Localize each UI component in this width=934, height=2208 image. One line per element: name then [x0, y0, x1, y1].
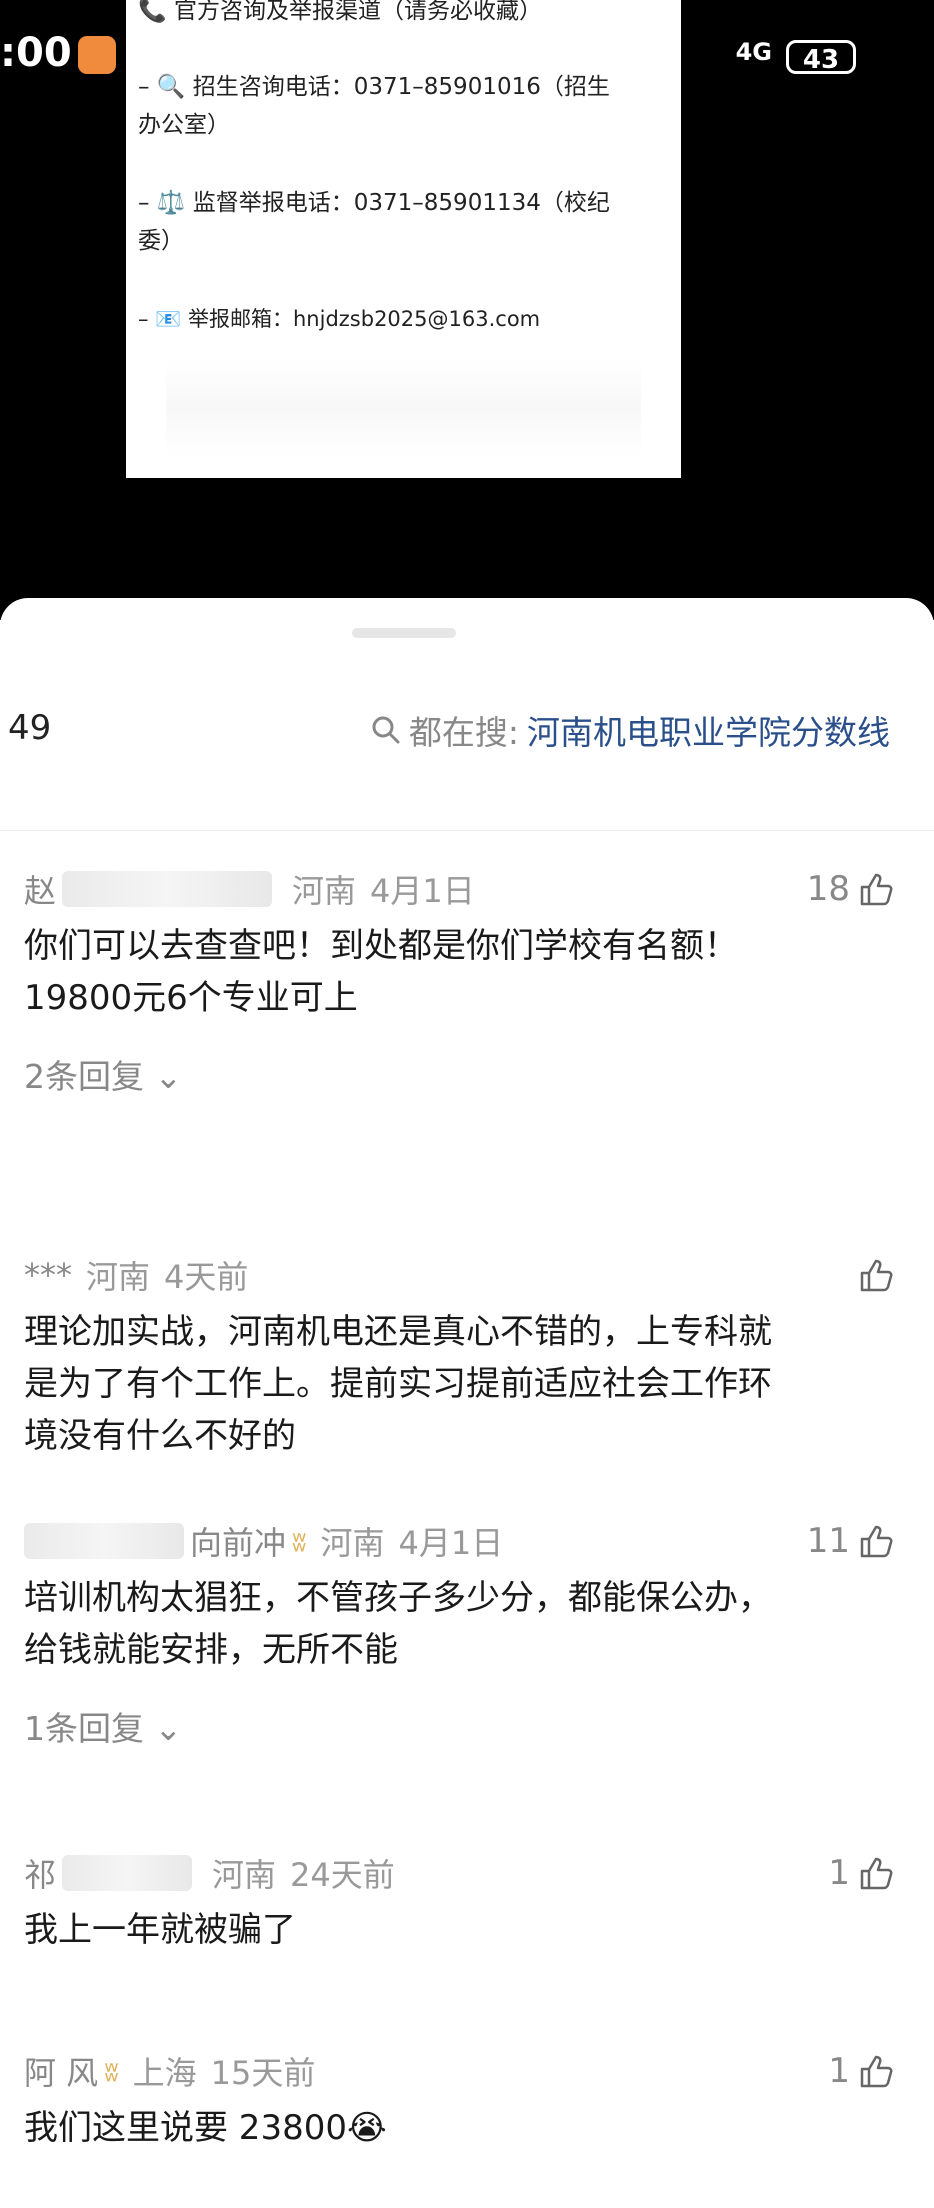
comment-time: 15天前	[210, 2054, 316, 2092]
notice-line: – 📧 举报邮箱：hnjdzsb2025@163.com	[138, 307, 541, 331]
blurred-username	[24, 1523, 184, 1559]
comment-time: 4月1日	[398, 1524, 504, 1562]
comment-item[interactable]: 赵 河南 4月1日 18 你们可以去查查吧！到处都是你们学校有名额！ 19800…	[24, 866, 896, 1098]
comment-line: 19800元6个专业可上	[24, 978, 358, 1018]
like-count: 11	[806, 1521, 850, 1561]
comment-meta: 向前冲 ʬ 河南 4月1日 11	[24, 1518, 896, 1564]
thumbs-up-icon	[860, 1857, 893, 1890]
status-time: :00	[0, 30, 72, 76]
comment-username[interactable]: 赵	[24, 866, 56, 912]
comment-line: 给钱就能安排，无所不能	[24, 1630, 398, 1670]
comment-meta: 阿 风 ʬ 上海 15天前 1	[24, 2048, 896, 2094]
comment-text: 我上一年就被骗了	[24, 1904, 896, 1956]
comments-sheet: 49 都在搜: 河南机电职业学院分数线 赵 河南 4月1日 18 你们可以去查查…	[0, 598, 934, 2208]
comment-username[interactable]: 向前冲	[190, 1518, 286, 1564]
comment-meta: 赵 河南 4月1日 18	[24, 866, 896, 912]
search-prefix: 都在搜:	[408, 713, 519, 752]
drag-handle[interactable]	[352, 628, 456, 638]
replies-label: 2条回复	[24, 1057, 144, 1096]
search-icon	[372, 716, 400, 744]
comment-username[interactable]: 祁	[24, 1850, 56, 1896]
notice-line: – ⚖️ 监督举报电话：0371–85901134（校纪	[138, 190, 610, 216]
health-app-icon	[78, 36, 116, 74]
comment-count: 49	[8, 708, 52, 748]
notice-heading: 📞 官方咨询及举报渠道（请务必收藏）	[138, 0, 542, 24]
like-count: 1	[828, 1853, 850, 1893]
media-preview[interactable]: :00 4G 43 📞 官方咨询及举报渠道（请务必收藏） – 🔍 招生咨询电话：…	[0, 0, 934, 620]
comment-line: 我上一年就被骗了	[24, 1910, 296, 1950]
comment-item[interactable]: 向前冲 ʬ 河南 4月1日 11 培训机构太猖狂，不管孩子多少分，都能保公办， …	[24, 1518, 896, 1750]
comment-region: 上海	[132, 2054, 197, 2092]
comment-meta: *** 河南 4天前	[24, 1252, 896, 1298]
comment-item[interactable]: *** 河南 4天前 理论加实战，河南机电还是真心不错的，上专科就 是为了有个工…	[24, 1252, 896, 1462]
thumbs-up-icon	[860, 1525, 893, 1558]
comment-text: 培训机构太猖狂，不管孩子多少分，都能保公办， 给钱就能安排，无所不能	[24, 1572, 896, 1676]
expand-replies-button[interactable]: 1条回复 ⌄	[24, 1702, 896, 1750]
like-button[interactable]: 1	[828, 1853, 896, 1893]
comment-time: 24天前	[290, 1856, 395, 1894]
comment-meta: 祁 河南 24天前 1	[24, 1850, 896, 1896]
comment-line: 你们可以去查查吧！到处都是你们学校有名额！	[24, 926, 738, 966]
like-button[interactable]: 11	[807, 1521, 896, 1561]
comment-line: 培训机构太猖狂，不管孩子多少分，都能保公办，	[24, 1578, 772, 1618]
thumbs-up-icon	[860, 873, 893, 906]
notice-line: 办公室）	[138, 112, 230, 138]
chevron-down-icon: ⌄	[154, 1709, 183, 1748]
thumbs-up-icon	[860, 2055, 893, 2088]
comment-username[interactable]: ***	[24, 1256, 72, 1294]
like-button[interactable]	[856, 1255, 896, 1295]
comment-time: 4月1日	[370, 872, 475, 910]
comment-region: 河南	[292, 872, 357, 910]
comment-region: 河南	[86, 1258, 151, 1296]
comment-line: 我们这里说要 23800😭	[24, 2108, 387, 2148]
comment-line: 境没有什么不好的	[24, 1416, 296, 1456]
like-button[interactable]: 18	[807, 869, 896, 909]
notice-card: 📞 官方咨询及举报渠道（请务必收藏） – 🔍 招生咨询电话：0371–85901…	[126, 0, 681, 478]
comment-username[interactable]: 阿 风	[24, 2048, 98, 2094]
expand-replies-button[interactable]: 2条回复 ⌄	[24, 1050, 896, 1098]
comment-region: 河南	[320, 1524, 385, 1562]
notice-line: – 🔍 招生咨询电话：0371–85901016（招生	[138, 74, 610, 100]
honor-badge-icon: ʬ	[104, 2054, 119, 2088]
blurred-area	[166, 358, 641, 458]
comment-time: 4天前	[164, 1258, 249, 1296]
like-count: 1	[828, 2051, 850, 2091]
replies-label: 1条回复	[24, 1709, 144, 1748]
like-button[interactable]: 1	[828, 2051, 896, 2091]
like-count: 18	[806, 869, 850, 909]
comment-line: 是为了有个工作上。提前实习提前适应社会工作环	[24, 1364, 772, 1404]
comment-item[interactable]: 阿 风 ʬ 上海 15天前 1 我们这里说要 23800😭	[24, 2048, 896, 2154]
chevron-down-icon: ⌄	[154, 1057, 183, 1096]
comment-text: 你们可以去查查吧！到处都是你们学校有名额！ 19800元6个专业可上	[24, 920, 896, 1024]
honor-badge-icon: ʬ	[292, 1524, 307, 1558]
notice-line: 委）	[138, 228, 184, 254]
comment-text: 我们这里说要 23800😭	[24, 2102, 896, 2154]
search-term[interactable]: 河南机电职业学院分数线	[527, 706, 890, 754]
network-indicator: 4G	[735, 38, 772, 66]
comment-line: 理论加实战，河南机电还是真心不错的，上专科就	[24, 1312, 772, 1352]
comment-region: 河南	[212, 1856, 277, 1894]
search-suggestion[interactable]: 都在搜: 河南机电职业学院分数线	[371, 706, 890, 754]
battery-indicator: 43	[786, 40, 856, 75]
blurred-username	[62, 1855, 193, 1891]
blurred-username	[62, 871, 273, 907]
divider	[0, 830, 934, 831]
comment-text: 理论加实战，河南机电还是真心不错的，上专科就 是为了有个工作上。提前实习提前适应…	[24, 1306, 896, 1462]
thumbs-up-icon	[860, 1259, 893, 1292]
comment-item[interactable]: 祁 河南 24天前 1 我上一年就被骗了	[24, 1850, 896, 1956]
